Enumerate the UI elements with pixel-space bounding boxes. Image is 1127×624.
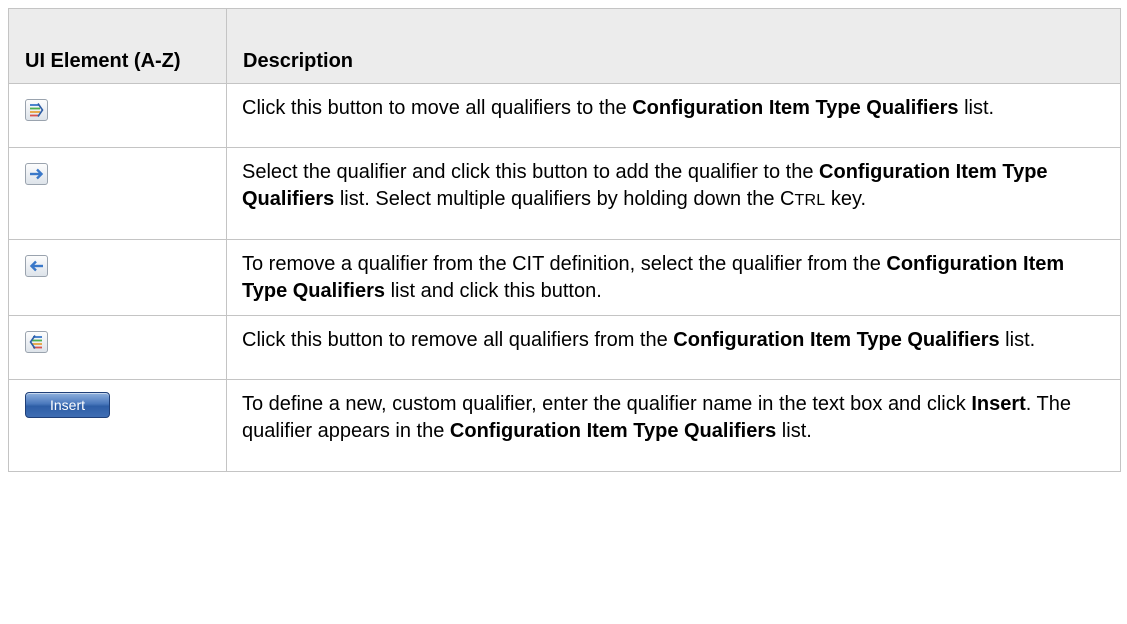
description-run: list. Select multiple qualifiers by hold… [334, 188, 795, 210]
column-header-ui-element: UI Element (A-Z) [8, 8, 227, 84]
ui-element-cell [8, 83, 227, 148]
bold-term: Configuration Item Type Qualifiers [449, 420, 777, 442]
description-run: Select the qualifier and click this butt… [242, 161, 820, 183]
table-row: Click this button to move all qualifiers… [8, 83, 1121, 148]
move-right-icon[interactable] [25, 163, 48, 185]
insert-button[interactable]: Insert [25, 392, 110, 418]
ui-element-cell: Insert [8, 379, 227, 472]
table-row: To remove a qualifier from the CIT defin… [8, 239, 1121, 316]
table-row: Select the qualifier and click this butt… [8, 147, 1121, 240]
table-header-row: UI Element (A-Z) Description [8, 8, 1121, 84]
ui-element-table: UI Element (A-Z) Description Click this … [8, 8, 1121, 472]
table-row: Insert To define a new, custom qualifier… [8, 379, 1121, 472]
description-run: To define a new, custom qualifier, enter… [242, 393, 972, 415]
description-run: To remove a qualifier from the CIT defin… [242, 253, 887, 275]
description-cell: Click this button to move all qualifiers… [226, 83, 1121, 148]
description-run: Click this button to move all qualifiers… [242, 97, 633, 119]
key-name-small-caps: TRL [794, 192, 826, 209]
move-left-icon[interactable] [25, 255, 48, 277]
description-run: list. [958, 97, 995, 119]
column-header-description: Description [226, 8, 1121, 84]
bold-term: Configuration Item Type Qualifiers [632, 97, 959, 119]
description-run: list. [999, 329, 1036, 351]
description-text: Select the qualifier and click this butt… [242, 161, 1048, 210]
description-cell: To define a new, custom qualifier, enter… [226, 379, 1121, 472]
ui-element-cell [8, 315, 227, 380]
description-cell: To remove a qualifier from the CIT defin… [226, 239, 1121, 316]
description-text: Click this button to remove all qualifie… [242, 329, 1035, 351]
description-run: Click this button to remove all qualifie… [242, 329, 674, 351]
description-cell: Click this button to remove all qualifie… [226, 315, 1121, 380]
description-cell: Select the qualifier and click this butt… [226, 147, 1121, 240]
table-row: Click this button to remove all qualifie… [8, 315, 1121, 380]
bold-term: Insert [971, 393, 1026, 415]
bold-term: Configuration Item Type Qualifiers [673, 329, 1000, 351]
ui-element-cell [8, 239, 227, 316]
description-run: list and click this button. [385, 280, 602, 302]
ui-element-cell [8, 147, 227, 240]
description-run: list. [776, 420, 812, 442]
description-text: To remove a qualifier from the CIT defin… [242, 253, 1064, 302]
move-all-left-icon[interactable] [25, 331, 48, 353]
description-text: To define a new, custom qualifier, enter… [242, 393, 1071, 442]
description-run: key. [825, 188, 867, 210]
move-all-right-icon[interactable] [25, 99, 48, 121]
description-text: Click this button to move all qualifiers… [242, 97, 994, 119]
